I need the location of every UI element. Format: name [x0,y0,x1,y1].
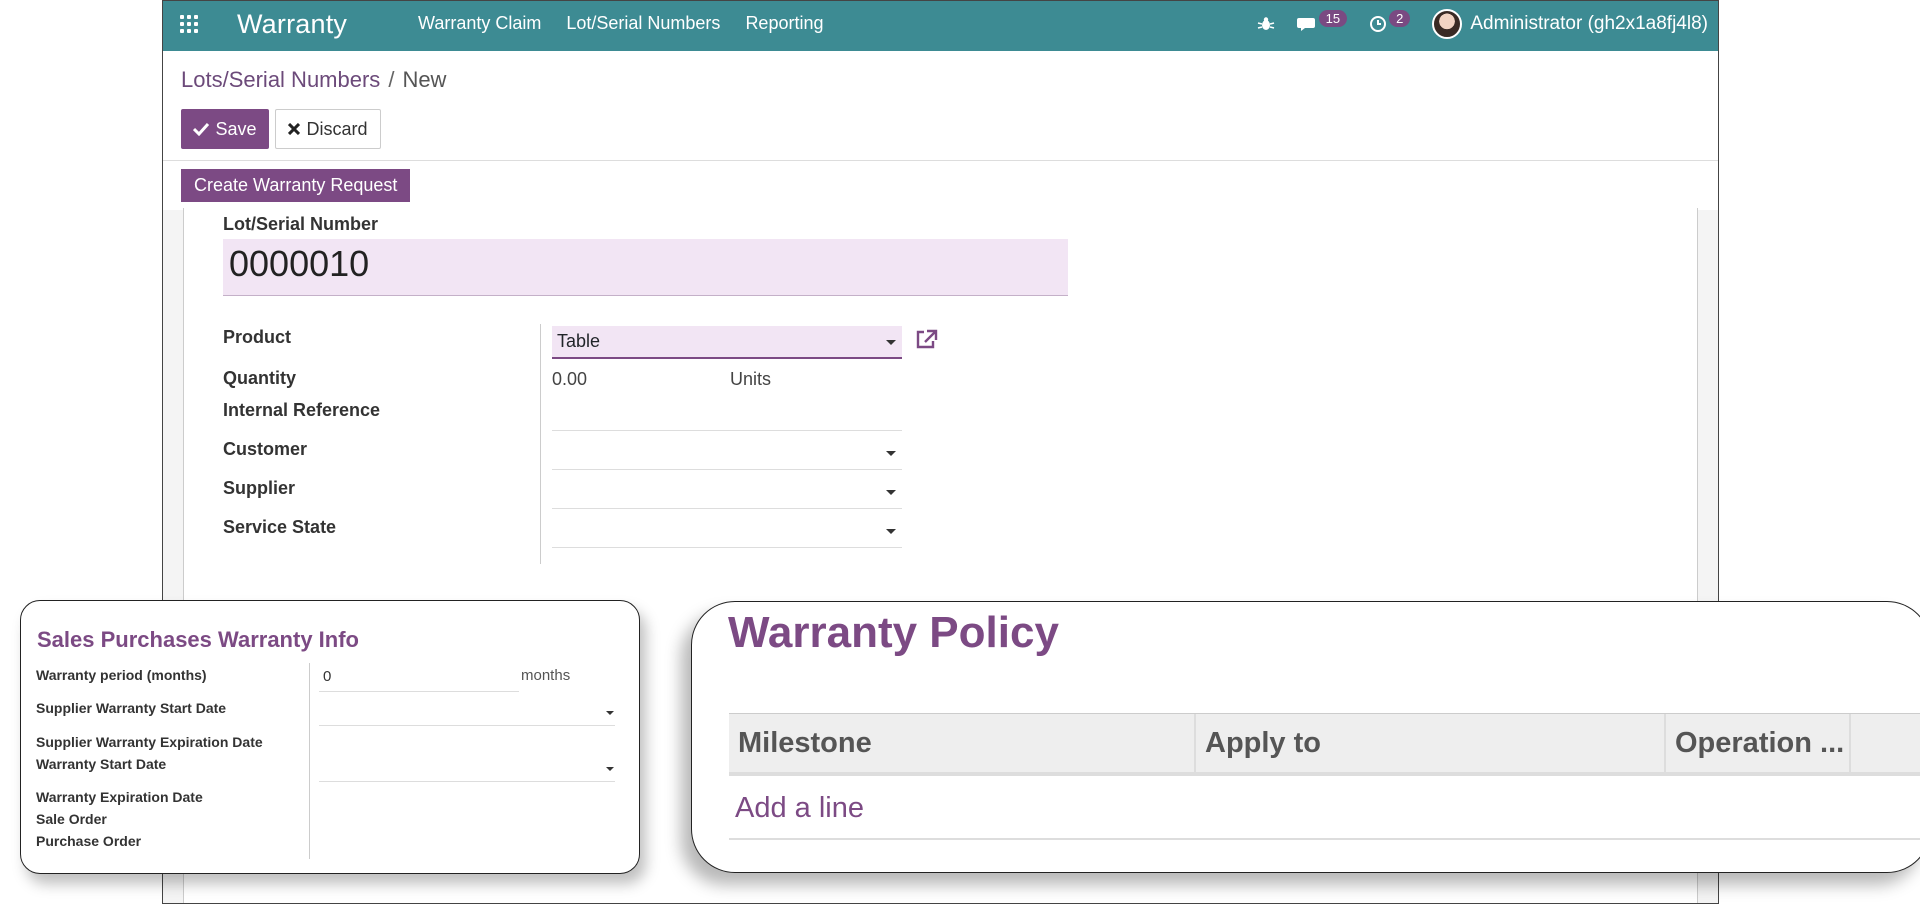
warranty-period-input[interactable]: 0 [323,668,331,685]
supplier-select[interactable] [552,476,902,509]
messages-icon[interactable]: 15 [1296,9,1348,33]
user-menu[interactable]: Administrator (gh2x1a8fj4l8) [1432,9,1708,39]
messages-count-badge: 15 [1318,9,1348,27]
check-icon [193,122,210,136]
policy-table-header: Milestone Apply to Operation ... [729,713,1920,776]
discard-button[interactable]: Discard [275,109,381,149]
save-button-label: Save [215,118,257,139]
purchase-order-label: Purchase Order [36,833,142,849]
product-value: Table [557,331,601,351]
quantity-label: Quantity [223,368,297,388]
customer-select[interactable] [552,437,902,470]
create-warranty-request-button[interactable]: Create Warranty Request [181,169,411,202]
quantity-value[interactable]: 0.00 [552,369,587,390]
save-button[interactable]: Save [181,109,269,149]
lot-serial-input[interactable]: 0000010 [223,239,1068,296]
table-bottom-line [729,838,1920,840]
add-a-line-link[interactable]: Add a line [735,792,864,825]
column-operation[interactable]: Operation ... [1666,714,1851,772]
warranty-period-label: Warranty period (months) [36,667,207,683]
discard-button-label: Discard [306,118,368,139]
breadcrumb-separator: / [388,67,395,92]
internal-reference-label: Internal Reference [223,400,381,420]
apps-menu-icon[interactable] [180,15,198,33]
supplier-label: Supplier [223,478,296,498]
internal-reference-input[interactable] [552,430,902,431]
sales-purchases-warranty-panel: Sales Purchases Warranty Info Warranty p… [20,600,640,874]
breadcrumb-parent[interactable]: Lots/Serial Numbers [181,67,380,92]
activities-clock-icon[interactable]: 2 [1369,9,1411,33]
form-statusbar: Create Warranty Request [163,162,1718,210]
debug-bug-icon[interactable] [1257,15,1275,33]
warranty-period-underline [319,691,519,692]
external-link-icon[interactable] [915,328,939,356]
supplier-warranty-expiration-label: Supplier Warranty Expiration Date [36,734,263,750]
lot-serial-label: Lot/Serial Number [223,214,379,234]
control-panel: Lots/Serial Numbers / New Save Discard [163,51,1718,161]
sales-panel-title: Sales Purchases Warranty Info [37,627,359,652]
warranty-start-input[interactable] [319,781,615,782]
chevron-down-icon [886,490,896,495]
column-milestone[interactable]: Milestone [729,714,1196,772]
customer-label: Customer [223,439,308,459]
warranty-policy-panel: Warranty Policy Milestone Apply to Opera… [691,601,1920,873]
panel-field-divider [309,663,310,859]
menu-lot-serial-numbers[interactable]: Lot/Serial Numbers [566,13,720,34]
warranty-policy-title: Warranty Policy [728,608,1059,657]
main-menu: Warranty Claim Lot/Serial Numbers Report… [418,13,823,34]
app-brand[interactable]: Warranty [237,9,347,40]
chevron-down-icon [886,451,896,456]
warranty-start-label: Warranty Start Date [36,756,167,772]
chevron-down-icon[interactable] [606,711,614,715]
avatar [1432,9,1463,39]
supplier-warranty-start-input[interactable] [319,725,615,726]
sale-order-label: Sale Order [36,811,107,827]
breadcrumb-current: New [402,67,447,92]
top-navbar: Warranty Warranty Claim Lot/Serial Numbe… [163,1,1718,51]
column-apply-to[interactable]: Apply to [1196,714,1666,772]
service-state-select[interactable] [552,515,902,548]
menu-reporting[interactable]: Reporting [745,13,823,34]
chevron-down-icon [886,340,896,345]
menu-warranty-claim[interactable]: Warranty Claim [418,13,541,34]
product-select[interactable]: Table [552,326,902,359]
systray: 15 2 Administrator (gh2x1a8fj4l8) [1257,9,1708,39]
activities-count-badge: 2 [1389,9,1411,27]
close-icon [288,123,301,135]
service-state-label: Service State [223,517,337,537]
chevron-down-icon[interactable] [606,767,614,771]
product-label: Product [223,327,292,347]
breadcrumb: Lots/Serial Numbers / New [181,67,446,93]
user-name: Administrator (gh2x1a8fj4l8) [1470,13,1708,34]
warranty-period-unit: months [521,667,571,684]
column-extra [1851,714,1920,772]
field-divider [540,324,541,564]
chevron-down-icon [886,529,896,534]
quantity-unit: Units [730,369,772,389]
supplier-warranty-start-label: Supplier Warranty Start Date [36,700,227,716]
warranty-expiration-label: Warranty Expiration Date [36,789,203,805]
